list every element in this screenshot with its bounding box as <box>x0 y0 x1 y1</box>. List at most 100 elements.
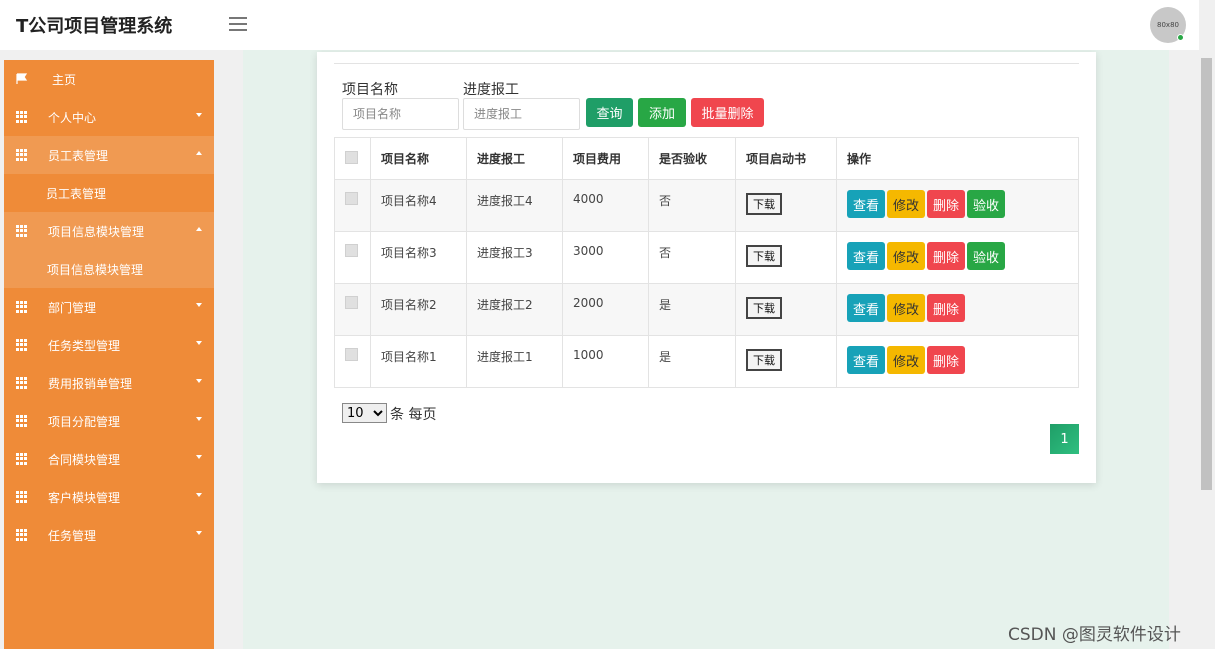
project-name-label: 项目名称 <box>342 82 398 98</box>
project-table: 项目名称 进度报工 项目费用 是否 验收 项目启动书 操作 项目名称4 进度报工4… <box>334 137 1079 388</box>
cell-cost: 2000 <box>562 283 649 336</box>
delete-button[interactable]: 删除 <box>927 294 966 322</box>
batch-delete-button[interactable]: 批量删除 <box>691 98 764 127</box>
row-checkbox[interactable] <box>345 192 358 205</box>
sidebar-item-expense[interactable]: 费用报销单管理 <box>4 364 214 402</box>
edit-button[interactable]: 修改 <box>887 242 926 270</box>
edit-button[interactable]: 修改 <box>887 294 926 322</box>
add-button[interactable]: 添加 <box>638 98 686 127</box>
row-select-cell <box>334 283 371 336</box>
cell-download: 下载 <box>735 335 837 388</box>
progress-input[interactable] <box>463 98 580 130</box>
sidebar-item-customer[interactable]: 客户模块管理 <box>4 478 214 516</box>
select-all-checkbox[interactable] <box>345 150 358 164</box>
row-checkbox[interactable] <box>345 244 358 257</box>
project-list-card: 项目名称 进度报工 查询 添加 批量删除 项目名称 进度报工 项目费用 是否 验收… <box>317 52 1096 483</box>
table-row: 项目名称4 进度报工4 4000 否 下载 查看 修改 删除 验收 <box>334 179 1079 232</box>
cell-progress: 进度报工1 <box>466 335 563 388</box>
grid-icon <box>16 301 28 313</box>
sidebar-item-label: 员工表管理 <box>48 149 109 163</box>
col-header-cost: 项目费用 <box>562 137 649 180</box>
grid-icon <box>16 415 28 427</box>
sidebar-item-home[interactable]: 主页 <box>4 60 214 98</box>
table-row: 项目名称3 进度报工3 3000 否 下载 查看 修改 删除 验收 <box>334 231 1079 284</box>
page-number-button[interactable]: 1 <box>1050 424 1079 454</box>
accept-button[interactable]: 验收 <box>967 190 1006 218</box>
sidebar-item-employee[interactable]: 员工表管理 <box>4 136 214 174</box>
sidebar-item-task-type[interactable]: 任务类型管理 <box>4 326 214 364</box>
sidebar-item-label: 费用报销单管理 <box>48 377 133 391</box>
query-button[interactable]: 查询 <box>586 98 633 127</box>
chevron-down-icon <box>196 531 202 535</box>
cell-accepted: 否 <box>648 231 736 284</box>
grid-icon <box>16 225 28 237</box>
view-button[interactable]: 查看 <box>847 242 886 270</box>
cell-actions: 查看 修改 删除 验收 <box>836 179 1079 232</box>
cell-name: 项目名称3 <box>370 231 467 284</box>
chevron-down-icon <box>196 493 202 497</box>
cell-download: 下载 <box>735 231 837 284</box>
sidebar-item-label: 部门管理 <box>48 301 97 315</box>
cell-download: 下载 <box>735 179 837 232</box>
cell-accepted: 是 <box>648 335 736 388</box>
delete-button[interactable]: 删除 <box>927 242 966 270</box>
sidebar-item-department[interactable]: 部门管理 <box>4 288 214 326</box>
view-button[interactable]: 查看 <box>847 294 886 322</box>
download-button[interactable]: 下载 <box>746 245 782 267</box>
row-select-cell <box>334 231 371 284</box>
hamburger-menu-icon[interactable] <box>229 13 247 37</box>
cell-download: 下载 <box>735 283 837 336</box>
project-name-input[interactable] <box>342 98 459 130</box>
sidebar-item-label: 项目信息模块管理 <box>47 263 144 277</box>
flag-icon <box>16 73 28 84</box>
row-checkbox[interactable] <box>345 348 358 361</box>
accept-button[interactable]: 验收 <box>967 242 1006 270</box>
avatar-text: 80x80 <box>1157 21 1179 29</box>
download-button[interactable]: 下载 <box>746 193 782 215</box>
sidebar-item-label: 任务管理 <box>48 529 97 543</box>
view-button[interactable]: 查看 <box>847 346 886 374</box>
sidebar-item-label: 主页 <box>52 73 77 87</box>
page-size-select[interactable]: 10 <box>342 403 387 423</box>
grid-icon <box>16 111 28 123</box>
sidebar-subitem-project-info[interactable]: 项目信息模块管理 <box>4 250 214 288</box>
sidebar-item-label: 个人中心 <box>48 111 97 125</box>
download-button[interactable]: 下载 <box>746 349 782 371</box>
sidebar-item-project-assign[interactable]: 项目分配管理 <box>4 402 214 440</box>
row-checkbox[interactable] <box>345 296 358 309</box>
watermark-text: CSDN @图灵软件设计 <box>1008 625 1181 645</box>
edit-button[interactable]: 修改 <box>887 190 926 218</box>
cell-actions: 查看 修改 删除 <box>836 283 1079 336</box>
sidebar-item-label: 员工表管理 <box>46 187 107 201</box>
sidebar-item-personal-center[interactable]: 个人中心 <box>4 98 214 136</box>
sidebar-item-task[interactable]: 任务管理 <box>4 516 214 554</box>
delete-button[interactable]: 删除 <box>927 190 966 218</box>
online-status-icon <box>1177 34 1184 41</box>
col-header-name: 项目名称 <box>370 137 467 180</box>
row-select-cell <box>334 179 371 232</box>
sidebar-item-label: 合同模块管理 <box>48 453 121 467</box>
col-header-actions: 操作 <box>836 137 1079 180</box>
table-row: 项目名称1 进度报工1 1000 是 下载 查看 修改 删除 <box>334 335 1079 388</box>
row-select-cell <box>334 335 371 388</box>
edit-button[interactable]: 修改 <box>887 346 926 374</box>
delete-button[interactable]: 删除 <box>927 346 966 374</box>
sidebar-item-project-info[interactable]: 项目信息模块管理 <box>4 212 214 250</box>
sidebar-item-label: 项目分配管理 <box>48 415 121 429</box>
progress-label: 进度报工 <box>463 82 519 98</box>
sidebar-item-label: 客户模块管理 <box>48 491 121 505</box>
sidebar-item-contract[interactable]: 合同模块管理 <box>4 440 214 478</box>
col-header-startup-doc: 项目启动书 <box>735 137 837 180</box>
grid-icon <box>16 377 28 389</box>
view-button[interactable]: 查看 <box>847 190 886 218</box>
app-title: T公司项目管理系统 <box>16 16 173 37</box>
chevron-down-icon <box>196 417 202 421</box>
grid-icon <box>16 529 28 541</box>
chevron-down-icon <box>196 379 202 383</box>
chevron-down-icon <box>196 341 202 345</box>
avatar[interactable]: 80x80 <box>1150 7 1186 43</box>
col-header-progress: 进度报工 <box>466 137 563 180</box>
sidebar-subitem-employee[interactable]: 员工表管理 <box>4 174 214 212</box>
download-button[interactable]: 下载 <box>746 297 782 319</box>
scrollbar-thumb[interactable] <box>1201 58 1212 490</box>
